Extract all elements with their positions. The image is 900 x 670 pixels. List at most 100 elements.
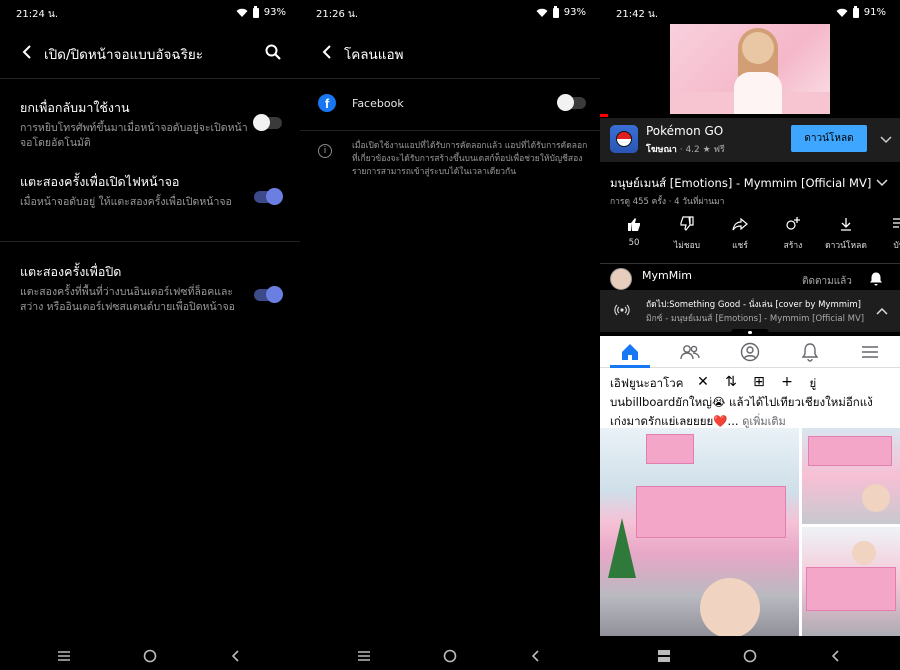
setting-double-tap-wake[interactable]: แตะสองครั้งเพื่อเปิดไฟหน้าจอ เมื่อหน้าจอ… (20, 172, 280, 210)
up-next-subtitle: มิกซ์ - มนุษย์เมนส์ [Emotions] - Mymmim … (646, 314, 865, 324)
share-icon (732, 217, 748, 231)
recents-icon[interactable] (56, 648, 72, 664)
nav-back-icon[interactable] (228, 648, 244, 664)
nav-bar (0, 640, 300, 670)
progress-bar[interactable] (600, 114, 608, 117)
save-button[interactable]: บัน (874, 216, 900, 252)
battery-level: 93% (563, 7, 586, 18)
clone-app-row-facebook[interactable]: f Facebook (318, 92, 586, 118)
share-button[interactable]: แชร์ (715, 216, 765, 252)
see-more-link[interactable]: ดูเพิ่มเติม (742, 415, 786, 428)
channel-avatar[interactable] (610, 268, 632, 290)
panel-smart-screen: 21:24 น. 93% เปิด/ปิดหน้าจอแบบอัจฉริยะ ย… (0, 0, 300, 670)
setting-title: แตะสองครั้งเพื่อเปิดไฟหน้าจอ (20, 174, 180, 189)
remix-icon (786, 217, 800, 230)
profile-tab-icon[interactable] (740, 342, 760, 362)
split-screen-handle[interactable] (731, 329, 769, 336)
wifi-icon (836, 8, 848, 17)
video-title[interactable]: มนุษย์เมนส์ [Emotions] - Mymmim [Officia… (610, 175, 871, 193)
divider (0, 78, 300, 79)
post-photo[interactable] (802, 428, 900, 524)
download-button[interactable]: ดาวน์โหลด (821, 216, 871, 252)
toggle-double-tap-sleep[interactable] (254, 286, 283, 303)
notifications-tab-icon[interactable] (800, 342, 820, 362)
menu-tab-icon[interactable] (860, 342, 880, 362)
thumbs-down-icon (680, 216, 694, 231)
post-photo[interactable] (600, 428, 799, 636)
grid-split-icon[interactable]: ⊞ (752, 375, 766, 389)
toggle-lift-to-wake[interactable] (253, 114, 282, 131)
battery-icon (552, 5, 559, 18)
ad-banner[interactable]: Pokémon GO โฆษณา · 4.2 ★ ฟรี ดาวน์โหลด (600, 118, 900, 162)
setting-desc: แตะสองครั้งที่พื้นที่ว่างบนอินเตอร์เฟซที… (20, 286, 235, 313)
battery-level: 93% (263, 7, 286, 18)
up-next-bar[interactable]: ถัดไป:Something Good - นั่งเล่น [cover b… (600, 290, 900, 332)
ad-download-button[interactable]: ดาวน์โหลด (791, 125, 867, 152)
home-icon[interactable] (442, 648, 458, 664)
search-icon[interactable] (264, 43, 282, 61)
active-tab-indicator (610, 365, 650, 368)
panel-app-clone: 21:26 น. 93% โคลนแอพ f Facebook i เมื่อเ… (300, 0, 600, 670)
status-bar: 21:24 น. 93% (0, 0, 300, 26)
ad-meta: โฆษณา · 4.2 ★ ฟรี (646, 145, 725, 155)
nav-back-icon[interactable] (828, 648, 844, 664)
broadcast-icon (614, 304, 630, 316)
channel-row[interactable]: MymMim ติดตามแล้ว (600, 266, 900, 292)
home-icon[interactable] (742, 648, 758, 664)
home-icon[interactable] (142, 648, 158, 664)
setting-lift-to-wake[interactable]: ยกเพื่อกลับมาใช้งาน การหยิบโทรศัพท์ขึ้นม… (20, 98, 280, 151)
setting-desc: การหยิบโทรศัพท์ขึ้นมาเมื่อหน้าจอดับอยู่จ… (20, 122, 248, 149)
split-screen-toolbar: ✕ ⇅ ⊞ + (696, 372, 808, 394)
setting-title: แตะสองครั้งเพื่อปิด (20, 264, 122, 279)
download-icon (841, 218, 851, 231)
split-recents-icon[interactable] (656, 648, 672, 664)
toggle-facebook-clone[interactable] (557, 94, 586, 111)
info-icon: i (318, 144, 332, 158)
chevron-up-icon[interactable] (876, 307, 888, 315)
app-bar: โคลนแอพ (300, 38, 600, 66)
ad-title: Pokémon GO (646, 124, 724, 138)
channel-name[interactable]: MymMim (642, 269, 692, 282)
status-bar: 21:26 น. 93% (300, 0, 600, 26)
wifi-icon (536, 8, 548, 17)
setting-desc: เมื่อหน้าจอดับอยู่ ให้แตะสองครั้งเพื่อเป… (20, 196, 232, 208)
add-split-icon[interactable]: + (780, 375, 794, 389)
chevron-down-icon[interactable] (876, 179, 888, 187)
battery-icon (252, 5, 259, 18)
dislike-button[interactable]: ไม่ชอบ (662, 216, 712, 252)
status-bar: 21:42 น. 91% (600, 0, 900, 26)
back-arrow-icon[interactable] (320, 44, 334, 60)
status-time: 21:24 น. (16, 9, 59, 20)
status-time: 21:42 น. (616, 9, 659, 20)
divider (300, 78, 600, 79)
info-text: เมื่อเปิดใช้งานแอปที่ได้รับการคัดลอกแล้ว… (352, 141, 588, 177)
video-player[interactable] (670, 24, 830, 114)
close-split-icon[interactable]: ✕ (696, 375, 710, 389)
home-tab-icon[interactable] (620, 342, 640, 362)
battery-level: 91% (863, 7, 886, 18)
bell-icon[interactable] (868, 271, 884, 287)
divider (600, 263, 900, 264)
page-title: โคลนแอพ (344, 47, 404, 63)
swap-split-icon[interactable]: ⇅ (724, 375, 738, 389)
toggle-double-tap-wake[interactable] (254, 188, 283, 205)
setting-double-tap-sleep[interactable]: แตะสองครั้งเพื่อปิด แตะสองครั้งที่พื้นที… (20, 262, 280, 315)
remix-button[interactable]: สร้าง (768, 216, 818, 252)
nav-bar (300, 640, 600, 670)
recents-icon[interactable] (356, 648, 372, 664)
friends-tab-icon[interactable] (680, 342, 700, 362)
nav-back-icon[interactable] (528, 648, 544, 664)
battery-icon (852, 5, 859, 18)
panel-split-screen: 21:42 น. 91% Pokémon GO โฆษณา · 4.2 ★ ฟร… (600, 0, 900, 670)
facebook-app: เอิฟยูนะอาโวค ยู่ บนbillboardยักใหญ่😭 แล้… (600, 336, 900, 636)
save-icon (893, 218, 900, 229)
chevron-down-icon[interactable] (880, 136, 892, 144)
back-arrow-icon[interactable] (20, 44, 34, 60)
facebook-tab-bar (600, 336, 900, 368)
subscribed-label[interactable]: ติดตามแล้ว (802, 274, 852, 289)
video-actions: 50 ไม่ชอบ แชร์ สร้าง ดาวน์โหลด บัน (600, 216, 900, 254)
post-photos[interactable] (600, 428, 900, 636)
post-photo[interactable] (802, 527, 900, 636)
app-bar: เปิด/ปิดหน้าจอแบบอัจฉริยะ (0, 38, 300, 66)
like-button[interactable]: 50 (609, 216, 659, 248)
